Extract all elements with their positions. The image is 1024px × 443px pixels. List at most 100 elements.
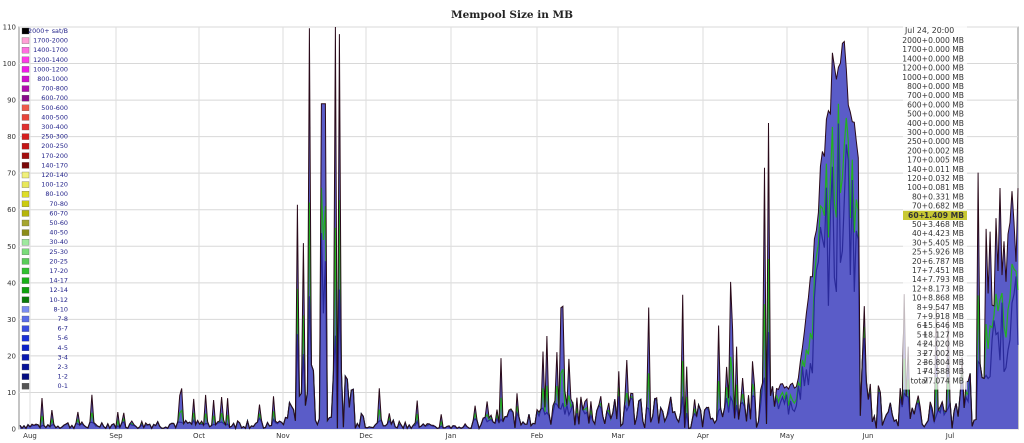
tooltip-row-value: 7.451 MB [928,266,964,275]
legend-label: 1700-2000 [33,37,68,45]
tooltip-row-label: 100+ [907,183,928,192]
legend-label: 700-800 [41,85,68,93]
legend-label: 17-20 [49,267,68,275]
x-tick-label: Apr [697,432,709,440]
tooltip-row-label: 800+ [907,82,928,91]
legend-swatch [21,104,30,111]
legend-label: 1-2 [58,373,68,381]
tooltip-row-label: 14+ [912,275,928,284]
y-tick-label: 70 [7,170,16,178]
tooltip-row-value: 6.787 MB [928,257,964,266]
legend-swatch [21,171,30,179]
tooltip-row-value: 36.804 MB [923,358,964,367]
tooltip-row-value: 18.127 MB [923,330,964,339]
legend-label: 80-100 [45,190,68,198]
y-tick-label: 0 [12,426,16,434]
tooltip-row-label: 7+ [917,312,928,321]
legend-label: 50-60 [49,219,68,227]
tooltip-row-label: 700+ [907,91,928,100]
tooltip-row-label: 1700+ [902,45,928,54]
legend-swatch [21,133,30,140]
x-tick-label: Dec [359,432,373,440]
legend-label: 800-1000 [37,75,68,83]
tooltip-row-label: 120+ [907,174,928,183]
tooltip-row-value: 0.002 MB [928,146,964,155]
tooltip-row-label: 25+ [912,248,928,257]
legend-label: 7-8 [58,315,68,323]
legend-label: 1200-1400 [33,56,68,64]
tooltip-row-value: 5.405 MB [928,238,964,247]
legend-swatch [21,315,30,323]
x-tick-label: Mar [611,432,624,440]
mempool-chart[interactable]: Mempool Size in MB 0 10 20 30 40 50 60 70 80 90 10… [0,0,1024,443]
tooltip-row-value: 1.409 MB [924,211,964,220]
tooltip-row-value: 15.646 MB [923,321,964,330]
tooltip-row-label: 140+ [907,165,928,174]
legend-swatch [21,219,30,227]
legend-swatch [21,143,30,150]
legend-swatch [21,373,30,380]
chart-frame: Mempool Size in MB 0 10 20 30 40 50 60 70 80 90 10… [0,0,1024,443]
tooltip-row-value: 7.793 MB [928,275,964,284]
tooltip-row-value: 0.331 MB [928,192,964,201]
legend-swatch [21,181,30,188]
legend-label: 100-120 [41,181,68,189]
legend-label: 2-3 [58,363,68,371]
tooltip-row-value: 4.423 MB [928,229,964,238]
tooltip-row-value: 77.074 MB [923,376,964,385]
legend-swatch [21,354,30,361]
legend-label: 40-50 [49,229,68,237]
legend-label: 3-4 [58,353,68,361]
legend-label: 14-17 [49,277,68,285]
tooltip-row-value: 0.682 MB [928,202,964,211]
x-tick-label: Jun [862,432,874,440]
tooltip-row-label: 500+ [907,110,928,119]
tooltip-row-label: 20+ [912,257,928,266]
x-tick-label: Aug [23,432,37,440]
legend-label: 500-600 [41,104,68,112]
legend-label: 5-6 [58,334,68,342]
legend-swatch [21,85,30,92]
legend-swatch [21,383,30,390]
legend-label: 6-7 [58,325,68,333]
tooltip-row-label: 70+ [912,202,928,211]
legend-swatch [21,152,30,159]
y-tick-label: 110 [3,24,16,32]
tooltip: Jul 24, 20:002000+ 0.000 MB1700+ 0.000 MB1… [902,24,967,390]
legend-label: 140-170 [41,161,68,169]
tooltip-row-value: 0.000 MB [928,45,964,54]
legend-swatch [21,277,30,284]
y-tick-label: 40 [7,279,16,287]
legend-label: 1000-1200 [33,65,68,73]
legend-label: 250-300 [41,133,68,141]
legend-label: 20-25 [49,257,68,265]
legend-label: 0-1 [58,382,68,390]
y-tick-label: 80 [7,133,16,141]
tooltip-row-label: 80+ [912,192,928,201]
tooltip-row-label: 400+ [907,119,928,128]
tooltip-row-label: 1000+ [902,73,928,82]
legend-swatch [21,296,30,303]
legend-swatch [21,200,30,207]
tooltip-row-value: 0.000 MB [928,137,964,146]
y-tick-label: 90 [7,97,16,105]
tooltip-row-value: 27.002 MB [923,349,964,358]
tooltip-row-value: 0.005 MB [928,156,964,165]
x-tick-label: Jan [445,432,457,440]
tooltip-row-label: 600+ [907,100,928,109]
y-tick-label: 50 [7,243,16,251]
x-tick-label: Feb [531,432,544,440]
x-tick-label: Nov [276,432,290,440]
tooltip-row-value: 8.173 MB [928,284,964,293]
legend-swatch [21,56,30,63]
x-tick-label: Oct [193,432,205,440]
tooltip-row-value: 0.000 MB [928,64,964,73]
legend-swatch [21,191,30,198]
legend-label: 2000+ sat/B [28,27,68,35]
legend-label: 1400-1700 [33,46,68,54]
legend-label: 4-5 [58,344,68,352]
legend-label: 70-80 [49,200,68,208]
x-tick-label: May [780,432,794,440]
tooltip-row-value: 9.547 MB [928,303,964,312]
tooltip-row-label: 170+ [907,156,928,165]
